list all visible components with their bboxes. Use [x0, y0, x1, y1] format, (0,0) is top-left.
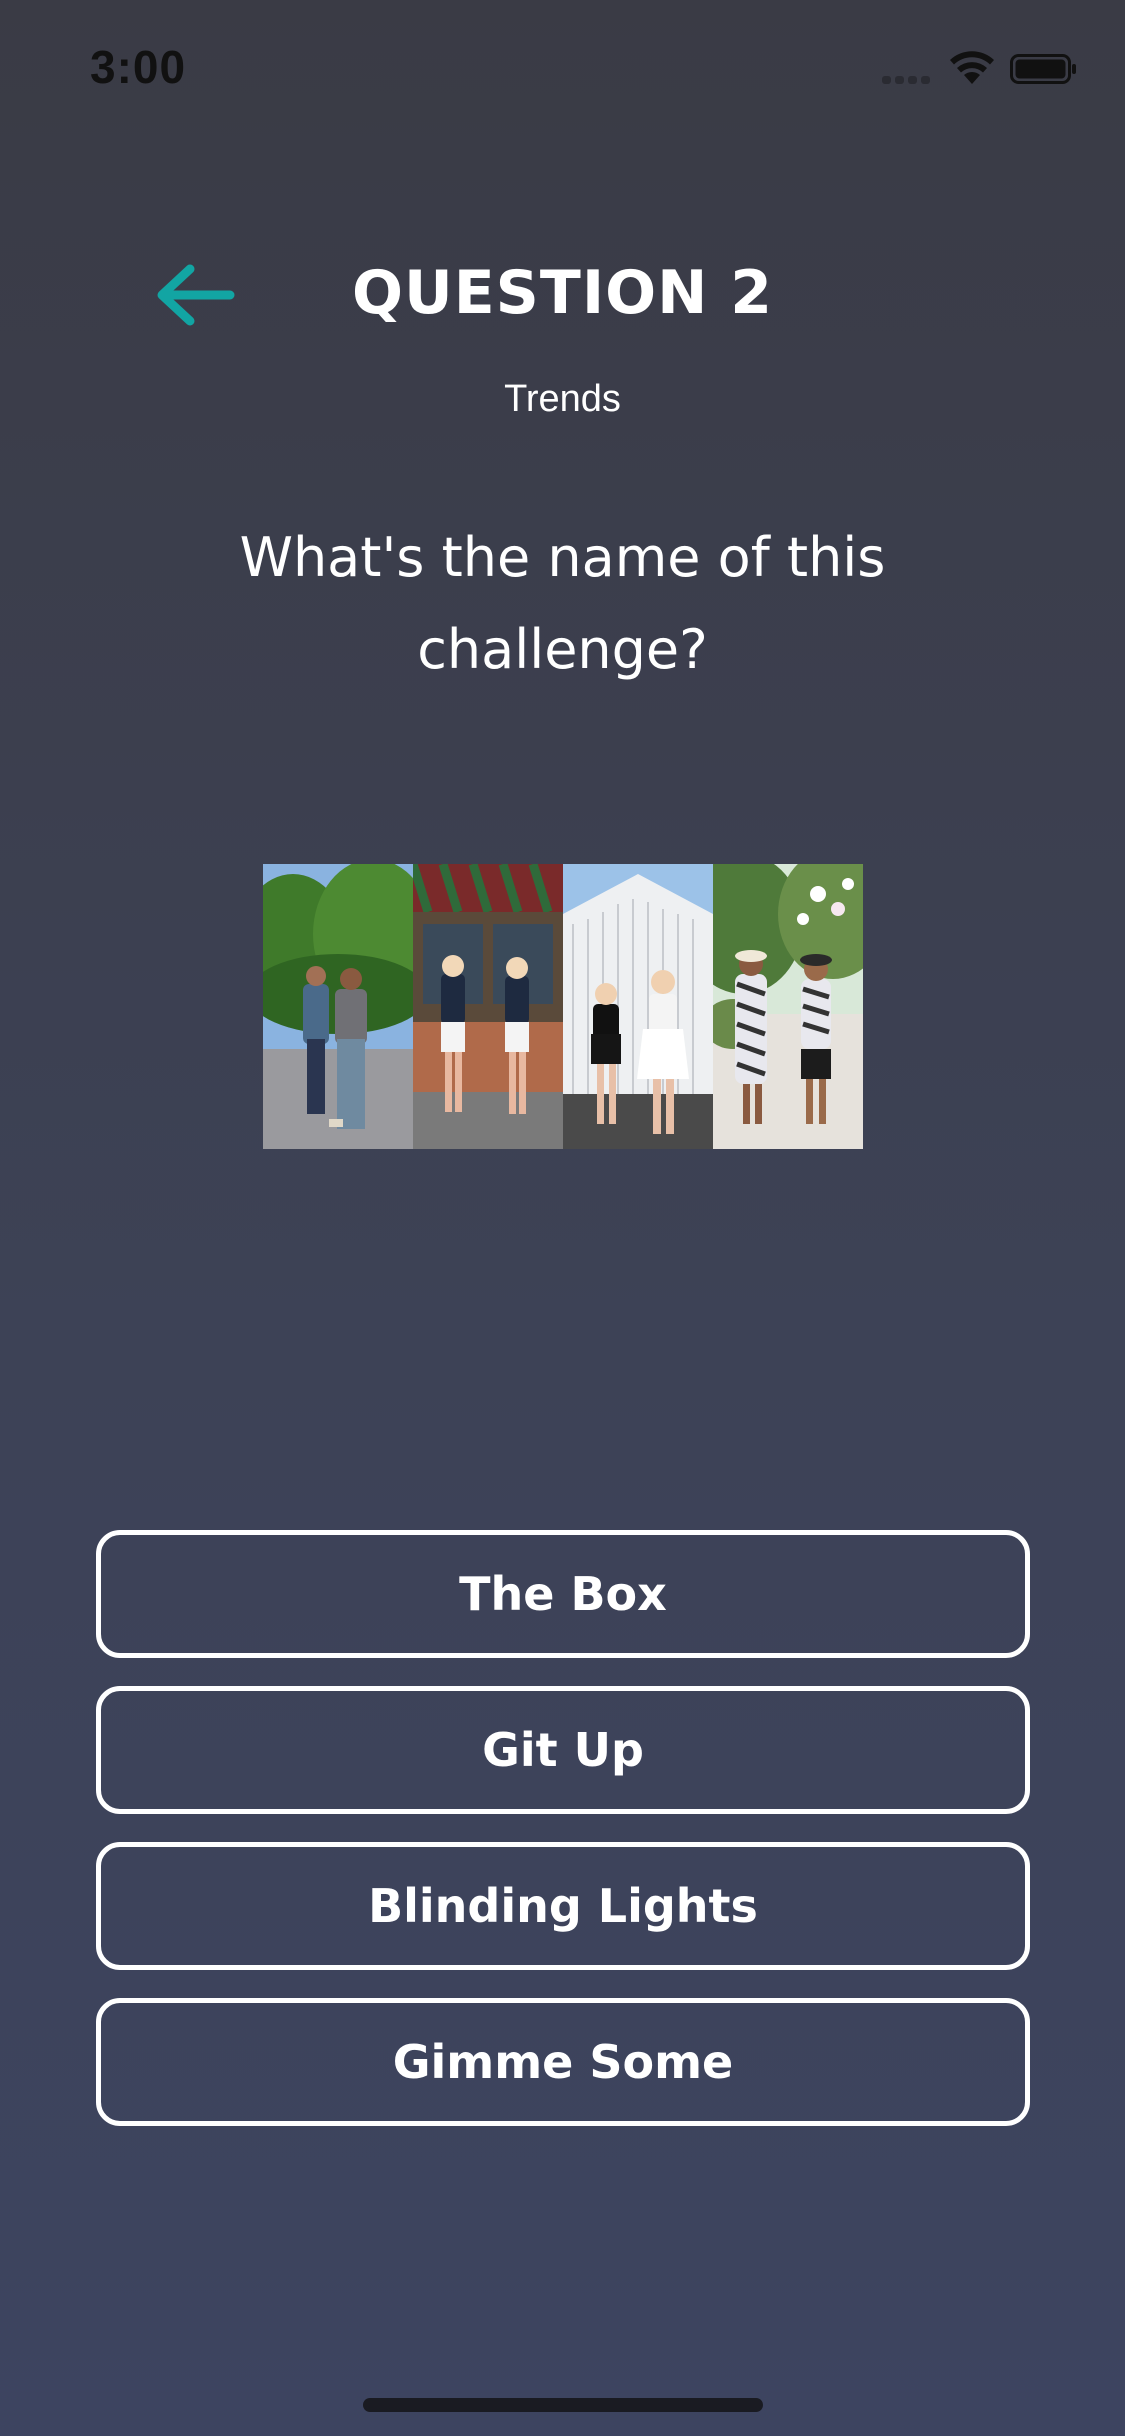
- wifi-icon: [950, 51, 994, 84]
- cellular-signal-icon: [882, 76, 932, 84]
- status-time: 3:00: [90, 41, 187, 93]
- photo-panel-1: [263, 864, 413, 1149]
- home-indicator[interactable]: [363, 2398, 763, 2412]
- answer-option-git-up[interactable]: Git Up: [96, 1686, 1030, 1814]
- photo-panel-3: [563, 864, 713, 1149]
- photo-panel-2: [413, 864, 563, 1149]
- question-category: Trends: [504, 378, 621, 420]
- answer-option-the-box[interactable]: The Box: [96, 1530, 1030, 1658]
- answer-list: The Box Git Up Blinding Lights Gimme Som…: [96, 1530, 1030, 2154]
- answer-option-gimme-some[interactable]: Gimme Some: [96, 1998, 1030, 2126]
- question-title: QUESTION 2: [351, 258, 774, 328]
- question-text: What's the name of this challenge?: [239, 526, 886, 681]
- answer-option-blinding-lights[interactable]: Blinding Lights: [96, 1842, 1030, 1970]
- battery-icon: [1010, 54, 1076, 84]
- quiz-screen: 3:00 QUESTION 2 Trends What's the name o…: [0, 0, 1125, 2436]
- photo-panel-4: [713, 864, 863, 1149]
- challenge-image: [263, 864, 863, 1149]
